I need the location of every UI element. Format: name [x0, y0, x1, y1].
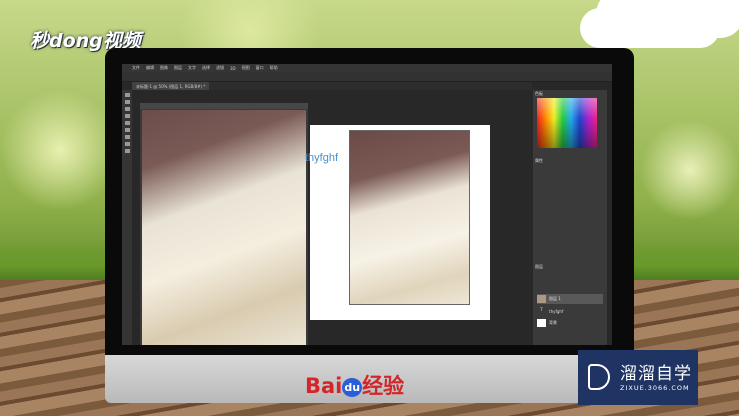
menu-window[interactable]: 窗口 [256, 65, 264, 71]
swatches-panel-title[interactable]: 色板 [535, 91, 543, 97]
zixue-logo-url: ZIXUE.3066.COM [620, 384, 690, 392]
right-panels: 色板 属性 图层 图层 1 Tthyfghf 背景 [533, 90, 607, 345]
text-layer-icon: T [540, 307, 543, 312]
menu-help[interactable]: 帮助 [270, 65, 278, 71]
baidu-paw-icon: du [342, 377, 363, 397]
floating-window-titlebar[interactable] [140, 103, 308, 109]
properties-panel-title[interactable]: 属性 [535, 158, 543, 164]
brush-tool-icon[interactable] [124, 121, 130, 125]
zoom-tool-icon[interactable] [124, 149, 130, 153]
layer-thumbnail [537, 319, 546, 327]
document-tab[interactable]: 未标题-1 @ 50% (图层 1, RGB/8#) * [132, 82, 210, 90]
layer-name: thyfghf [549, 308, 564, 314]
document-tabs: 未标题-1 @ 50% (图层 1, RGB/8#) * [132, 82, 532, 90]
lasso-tool-icon[interactable] [124, 107, 130, 111]
floating-image-window[interactable] [140, 103, 308, 345]
layer-row[interactable]: 背景 [537, 318, 603, 328]
menu-image[interactable]: 图像 [160, 65, 168, 71]
layer-name: 图层 1 [549, 296, 561, 301]
marquee-tool-icon[interactable] [124, 100, 130, 104]
photoshop-window: 文件 编辑 图像 图层 文字 选择 滤镜 3D 视图 窗口 帮助 未标题-1 @… [122, 64, 612, 345]
menu-layer[interactable]: 图层 [174, 65, 182, 71]
layer-row[interactable]: 图层 1 [537, 294, 603, 304]
play-icon [588, 364, 610, 390]
menu-edit[interactable]: 编辑 [146, 65, 154, 71]
baidu-jingyan: 经验 [362, 374, 405, 398]
baidu-jingyan-logo: Bai du经验 [305, 370, 404, 400]
baidu-bai: Bai [305, 374, 343, 398]
cloud-decoration [580, 8, 720, 48]
options-bar [122, 72, 612, 82]
zixue-logo-text: 溜溜自学 [620, 364, 692, 384]
zixue-logo: 溜溜自学 ZIXUE.3066.COM [578, 350, 698, 405]
menu-filter[interactable]: 滤镜 [216, 65, 224, 71]
placed-photo-layer[interactable] [349, 130, 470, 305]
text-tool-icon[interactable] [124, 135, 130, 139]
menu-bar: 文件 编辑 图像 图层 文字 选择 滤镜 3D 视图 窗口 帮助 [122, 64, 612, 72]
layers-panel-title[interactable]: 图层 [535, 264, 543, 270]
move-tool-icon[interactable] [124, 93, 130, 97]
tools-panel [122, 90, 132, 345]
layer-name: 背景 [549, 320, 557, 325]
menu-type[interactable]: 文字 [188, 65, 196, 71]
source-photo [142, 110, 306, 345]
menu-file[interactable]: 文件 [132, 65, 140, 71]
layer-thumbnail [537, 295, 546, 303]
menu-view[interactable]: 视图 [242, 65, 250, 71]
menu-select[interactable]: 选择 [202, 65, 210, 71]
crop-tool-icon[interactable] [124, 114, 130, 118]
layer-row[interactable]: Tthyfghf [537, 306, 603, 316]
menu-3d[interactable]: 3D [230, 66, 236, 71]
hand-tool-icon[interactable] [124, 142, 130, 146]
swatches-grid[interactable] [537, 98, 597, 148]
eraser-tool-icon[interactable] [124, 128, 130, 132]
canvas-text-layer[interactable]: thyfghf [305, 152, 338, 164]
